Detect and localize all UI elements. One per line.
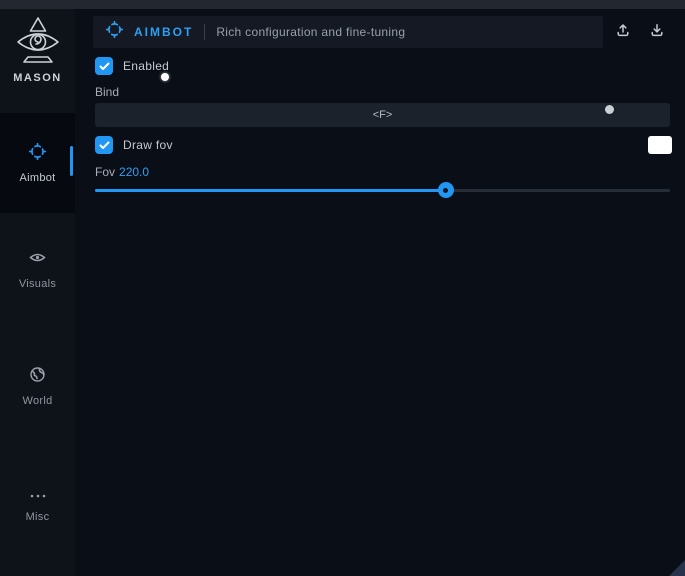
- eye-icon: [29, 249, 46, 271]
- fov-slider-label: Fov 220.0: [95, 165, 149, 179]
- draw-fov-checkbox[interactable]: Draw fov: [95, 136, 173, 154]
- sidebar: MASON Aimbot Visuals: [0, 9, 75, 576]
- sidebar-item-aimbot[interactable]: Aimbot: [0, 113, 75, 213]
- check-icon: [99, 141, 110, 150]
- game-corner-artifact: [669, 560, 685, 576]
- sidebar-item-visuals[interactable]: Visuals: [0, 241, 75, 297]
- selected-accent-bar: [70, 146, 73, 176]
- enabled-checkbox[interactable]: Enabled: [95, 57, 169, 75]
- globe-icon: [29, 366, 46, 388]
- bind-label: Bind: [95, 85, 119, 99]
- checkbox-checked[interactable]: [95, 136, 113, 154]
- enabled-label: Enabled: [123, 59, 169, 73]
- page-subtitle: Rich configuration and fine-tuning: [216, 25, 405, 39]
- game-background-strip: [0, 0, 685, 9]
- crosshair-icon: [106, 21, 123, 43]
- bind-value: <F>: [373, 109, 393, 121]
- sidebar-item-label: World: [22, 395, 52, 407]
- sidebar-item-world[interactable]: World: [0, 358, 75, 414]
- sidebar-item-misc[interactable]: Misc: [0, 476, 75, 532]
- upload-config-button[interactable]: [610, 19, 636, 45]
- brand: MASON: [0, 15, 75, 84]
- bind-input[interactable]: <F>: [95, 103, 670, 127]
- draw-fov-label: Draw fov: [123, 138, 173, 152]
- page-title: AIMBOT: [134, 25, 193, 39]
- sidebar-item-label: Aimbot: [19, 172, 55, 184]
- download-config-button[interactable]: [644, 19, 670, 45]
- header-divider: [204, 24, 205, 40]
- download-icon: [649, 22, 665, 43]
- crosshair-icon: [29, 143, 46, 165]
- checkbox-checked[interactable]: [95, 57, 113, 75]
- check-icon: [99, 62, 110, 71]
- fov-slider[interactable]: [95, 186, 670, 194]
- fov-value: 220.0: [119, 165, 149, 179]
- fov-slider-fill: [95, 189, 446, 192]
- sidebar-item-label: Misc: [26, 511, 50, 523]
- sidebar-item-label: Visuals: [19, 278, 56, 290]
- fov-label-text: Fov: [95, 165, 115, 179]
- hover-cursor-dot: [605, 105, 614, 114]
- upload-icon: [615, 22, 631, 43]
- brand-label: MASON: [13, 72, 61, 84]
- fov-color-picker[interactable]: [648, 136, 672, 154]
- mouse-cursor-dot: [161, 73, 169, 81]
- page-header: AIMBOT Rich configuration and fine-tunin…: [93, 16, 603, 48]
- mason-eye-pyramid-logo: [15, 15, 61, 69]
- fov-slider-handle[interactable]: [438, 182, 454, 198]
- ellipsis-icon: [29, 486, 47, 504]
